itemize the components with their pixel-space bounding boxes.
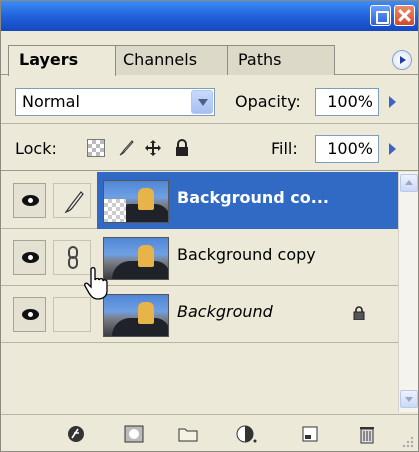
tab-channels[interactable]: Channels — [112, 45, 228, 75]
layer-link-column[interactable] — [53, 297, 91, 332]
layer-main[interactable]: Background co... — [97, 172, 398, 229]
lock-brush-icon[interactable] — [117, 139, 135, 157]
opacity-slider-arrow-icon[interactable] — [383, 88, 401, 116]
layers-list: Background co... Background copy Backgro… — [1, 172, 398, 394]
layer-main[interactable]: Background — [97, 286, 398, 343]
fill-slider-arrow-icon[interactable] — [383, 135, 401, 163]
layer-row[interactable]: Background copy — [1, 229, 398, 286]
minimize-icon[interactable] — [370, 5, 391, 26]
scroll-down-icon[interactable] — [400, 390, 418, 408]
adjustment-layer-icon[interactable] — [235, 424, 257, 444]
visibility-toggle[interactable] — [13, 297, 46, 332]
lock-all-icon[interactable] — [173, 139, 191, 157]
eye-icon — [22, 309, 39, 320]
fill-label: Fill: — [271, 139, 298, 158]
layers-scrollbar[interactable] — [398, 172, 418, 412]
layer-name: Background co... — [177, 188, 329, 207]
dropdown-arrow-icon[interactable] — [191, 90, 213, 114]
brush-icon — [64, 191, 84, 214]
resize-grip-icon[interactable] — [397, 431, 415, 449]
fx-icon[interactable] — [65, 424, 87, 444]
layer-thumbnail — [103, 294, 169, 337]
lock-transparent-icon[interactable] — [87, 139, 105, 157]
fill-field[interactable]: 100% — [315, 135, 379, 163]
layer-main[interactable]: Background copy — [97, 229, 398, 286]
blend-mode-select[interactable]: Normal — [15, 88, 215, 116]
lock-label: Lock: — [15, 139, 57, 158]
tab-paths[interactable]: Paths — [227, 45, 335, 75]
layer-thumbnail — [103, 237, 169, 280]
visibility-toggle[interactable] — [13, 240, 46, 275]
eye-icon — [22, 252, 39, 263]
tab-strip: Paths Channels Layers — [1, 31, 418, 76]
panel-menu-icon[interactable] — [392, 50, 412, 70]
lock-row: Lock: Fill: 100% — [1, 125, 418, 171]
layer-name: Background copy — [177, 245, 316, 264]
blend-mode-value: Normal — [22, 92, 80, 111]
trash-icon[interactable] — [356, 424, 378, 444]
hand-cursor-icon — [84, 266, 108, 300]
blend-options-row: Normal Opacity: 100% — [1, 76, 418, 124]
scroll-up-icon[interactable] — [400, 174, 418, 192]
folder-icon[interactable] — [177, 424, 199, 444]
layer-row[interactable]: Background — [1, 286, 398, 343]
layer-thumbnail — [103, 180, 169, 223]
visibility-toggle[interactable] — [13, 183, 46, 218]
new-layer-icon[interactable] — [299, 424, 321, 444]
opacity-field[interactable]: 100% — [315, 88, 379, 116]
layer-name: Background — [177, 302, 273, 321]
mask-icon[interactable] — [123, 424, 145, 444]
lock-move-icon[interactable] — [144, 139, 162, 157]
title-bar — [1, 1, 418, 31]
eye-icon — [22, 195, 39, 206]
layers-panel: Paths Channels Layers Normal Opacity: 10… — [0, 0, 419, 452]
layer-link-column[interactable] — [53, 183, 91, 218]
opacity-label: Opacity: — [235, 92, 301, 111]
tab-layers[interactable]: Layers — [8, 45, 116, 76]
bottom-toolbar — [1, 414, 418, 451]
layer-row[interactable]: Background co... — [1, 172, 398, 229]
lock-icon — [353, 306, 365, 320]
close-icon[interactable] — [394, 5, 415, 26]
